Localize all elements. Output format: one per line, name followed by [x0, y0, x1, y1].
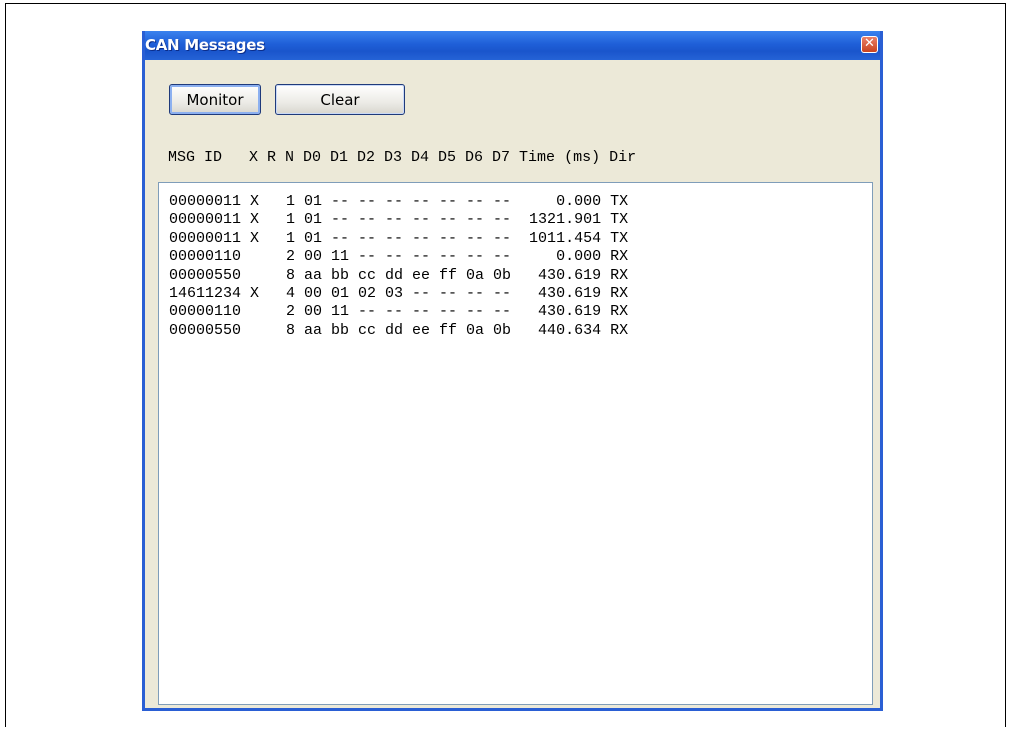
- table-row[interactable]: 00000550 8 aa bb cc dd ee ff 0a 0b 430.6…: [169, 267, 628, 285]
- clear-button[interactable]: Clear: [275, 84, 405, 115]
- message-rows: 00000011 X 1 01 -- -- -- -- -- -- -- 0.0…: [169, 193, 628, 340]
- title-bar[interactable]: CAN Messages ✕: [145, 31, 880, 60]
- table-row[interactable]: 00000110 2 00 11 -- -- -- -- -- -- 430.6…: [169, 303, 628, 321]
- messages-listbox[interactable]: 00000011 X 1 01 -- -- -- -- -- -- -- 0.0…: [158, 182, 873, 705]
- monitor-button[interactable]: Monitor: [169, 84, 261, 115]
- table-row[interactable]: 00000011 X 1 01 -- -- -- -- -- -- -- 0.0…: [169, 193, 628, 211]
- table-row[interactable]: 00000550 8 aa bb cc dd ee ff 0a 0b 440.6…: [169, 322, 628, 340]
- table-row[interactable]: 14611234 X 4 00 01 02 03 -- -- -- -- 430…: [169, 285, 628, 303]
- column-header: MSG ID X R N D0 D1 D2 D3 D4 D5 D6 D7 Tim…: [168, 149, 637, 166]
- close-icon[interactable]: ✕: [861, 36, 878, 53]
- table-row[interactable]: 00000011 X 1 01 -- -- -- -- -- -- -- 132…: [169, 211, 628, 229]
- table-row[interactable]: 00000110 2 00 11 -- -- -- -- -- -- 0.000…: [169, 248, 628, 266]
- table-row[interactable]: 00000011 X 1 01 -- -- -- -- -- -- -- 101…: [169, 230, 628, 248]
- window-title: CAN Messages: [145, 36, 265, 54]
- can-messages-window: CAN Messages ✕ Monitor Clear MSG ID X R …: [142, 31, 883, 711]
